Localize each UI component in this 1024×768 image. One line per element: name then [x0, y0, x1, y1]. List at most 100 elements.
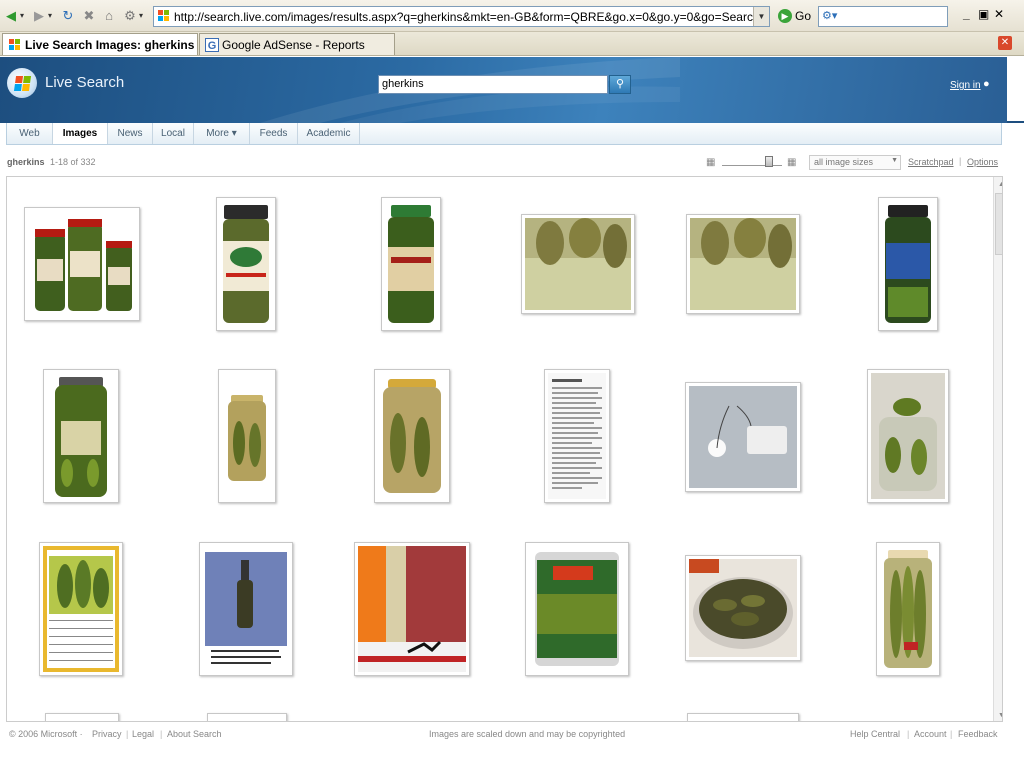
- thumbnail-size-slider[interactable]: [722, 155, 784, 169]
- scope-more[interactable]: More ▾: [194, 123, 250, 144]
- toolbar-search-box[interactable]: ⚙▾: [818, 6, 948, 27]
- tab-live-search-images[interactable]: Live Search Images: gherkins: [2, 33, 198, 55]
- close-tab-icon[interactable]: ✕: [998, 36, 1012, 50]
- search-provider-icon[interactable]: ⚙▾: [822, 9, 837, 22]
- restore-icon[interactable]: ▣: [978, 7, 989, 21]
- results-bar: gherkins 1-18 of 332 ▦ ▦ all image sizes…: [0, 150, 1024, 174]
- result-thumbnail[interactable]: [43, 369, 119, 503]
- scope-web[interactable]: Web: [7, 123, 53, 144]
- go-icon: ▶: [778, 9, 792, 23]
- result-thumbnail[interactable]: [39, 542, 123, 676]
- results-query: gherkins: [7, 157, 45, 167]
- home-icon[interactable]: ⌂: [101, 8, 117, 24]
- address-text[interactable]: http://search.live.com/images/results.as…: [174, 10, 760, 24]
- legal-link[interactable]: Legal: [132, 729, 154, 739]
- result-thumbnail[interactable]: [685, 382, 801, 492]
- pickle-jar-image: [220, 201, 272, 327]
- options-link[interactable]: Options: [967, 157, 998, 167]
- result-thumbnail[interactable]: [24, 207, 140, 321]
- chevron-down-icon: ▼: [891, 157, 898, 164]
- result-thumbnail[interactable]: [218, 369, 276, 503]
- stop-icon[interactable]: ✖: [81, 8, 97, 24]
- pickle-jar-image: [222, 373, 272, 499]
- result-thumbnail[interactable]: [686, 214, 800, 314]
- large-thumbnails-icon[interactable]: ▦: [787, 157, 796, 168]
- result-thumbnail[interactable]: [374, 369, 450, 503]
- back-dropdown-icon[interactable]: ▾: [20, 8, 24, 24]
- gherkin-card-image: [43, 546, 119, 672]
- about-search-link[interactable]: About Search: [167, 729, 222, 739]
- address-bar[interactable]: http://search.live.com/images/results.as…: [153, 6, 770, 27]
- results-scrollbar[interactable]: ▲ ▼: [993, 177, 1002, 721]
- scope-local[interactable]: Local: [153, 123, 194, 144]
- results-panel: ▲ ▼: [6, 176, 1003, 722]
- minimize-icon[interactable]: _: [963, 7, 970, 21]
- document-image: [548, 373, 606, 499]
- tab-label: Google AdSense - Reports: [222, 38, 365, 52]
- slider-track: [722, 165, 782, 166]
- result-thumbnail[interactable]: [525, 542, 629, 676]
- result-thumbnail[interactable]: [199, 542, 293, 676]
- page-favicon-icon: [158, 10, 169, 21]
- google-favicon-icon: G: [205, 38, 219, 52]
- brand-name[interactable]: Live Search: [45, 74, 124, 91]
- result-thumbnail[interactable]: [687, 713, 799, 721]
- scope-news[interactable]: News: [108, 123, 153, 144]
- scope-feeds[interactable]: Feeds: [250, 123, 298, 144]
- result-thumbnail[interactable]: [876, 542, 940, 676]
- result-thumbnail[interactable]: [45, 713, 119, 721]
- tab-bar: Live Search Images: gherkins G Google Ad…: [0, 32, 1024, 56]
- page-footer: © 2006 Microsoft · Privacy | Legal | Abo…: [0, 728, 1024, 742]
- result-thumbnail[interactable]: [354, 542, 470, 676]
- privacy-link[interactable]: Privacy: [92, 729, 122, 739]
- scroll-thumb[interactable]: [995, 193, 1002, 255]
- result-thumbnail[interactable]: [685, 555, 801, 661]
- go-button[interactable]: ▶ Go: [778, 8, 811, 24]
- result-thumbnail[interactable]: [878, 197, 938, 331]
- result-thumbnail[interactable]: [381, 197, 441, 331]
- live-logo-icon[interactable]: [7, 68, 37, 98]
- search-button[interactable]: ⚲: [609, 75, 631, 94]
- refresh-icon[interactable]: ↻: [60, 8, 76, 24]
- pickles-closeup-image: [690, 218, 796, 310]
- result-thumbnail[interactable]: [867, 369, 949, 503]
- result-thumbnail[interactable]: [216, 197, 276, 331]
- browser-toolbar: ◀ ▾ ▶ ▾ ↻ ✖ ⌂ ⚙ ▾ http://search.live.com…: [0, 0, 1024, 32]
- small-thumbnails-icon[interactable]: ▦: [706, 157, 715, 168]
- close-window-icon[interactable]: ✕: [994, 7, 1004, 21]
- pickle-bowl-image: [689, 559, 797, 657]
- site-header: Live Search gherkins ⚲ Sign in ●: [0, 57, 1007, 123]
- user-icon[interactable]: ●: [983, 78, 990, 90]
- pickle-jar-image: [880, 546, 936, 672]
- slider-handle[interactable]: [765, 156, 773, 167]
- scope-images[interactable]: Images: [53, 123, 108, 144]
- live-favicon-icon: [9, 39, 20, 50]
- account-link[interactable]: Account: [914, 729, 947, 739]
- separator: |: [907, 729, 910, 739]
- bottle-photo-image: [203, 546, 289, 672]
- separator: |: [126, 729, 129, 739]
- tab-google-adsense[interactable]: G Google AdSense - Reports: [199, 33, 395, 55]
- result-thumbnail[interactable]: [521, 214, 635, 314]
- pickle-jar-image: [871, 373, 945, 499]
- help-central-link[interactable]: Help Central: [850, 729, 900, 739]
- feedback-link[interactable]: Feedback: [958, 729, 998, 739]
- sign-in-link[interactable]: Sign in: [950, 80, 981, 91]
- image-size-value: all image sizes: [814, 157, 874, 167]
- address-dropdown-icon[interactable]: ▼: [753, 7, 769, 26]
- back-icon[interactable]: ◀: [3, 8, 19, 24]
- pickle-can-image: [529, 546, 625, 672]
- scroll-down-icon[interactable]: ▼: [994, 708, 1002, 721]
- forward-icon[interactable]: ▶: [31, 8, 47, 24]
- diagram-photo-image: [689, 386, 797, 488]
- image-size-select[interactable]: all image sizes ▼: [809, 155, 901, 170]
- forward-dropdown-icon[interactable]: ▾: [48, 8, 52, 24]
- search-input[interactable]: gherkins: [378, 75, 608, 94]
- scratchpad-link[interactable]: Scratchpad: [908, 157, 954, 167]
- tools-dropdown-icon[interactable]: ▾: [139, 8, 143, 24]
- scroll-up-icon[interactable]: ▲: [994, 177, 1002, 192]
- scope-academic[interactable]: Academic: [298, 123, 360, 144]
- result-thumbnail[interactable]: [544, 369, 610, 503]
- tools-icon[interactable]: ⚙: [122, 8, 138, 24]
- result-thumbnail[interactable]: [207, 713, 287, 721]
